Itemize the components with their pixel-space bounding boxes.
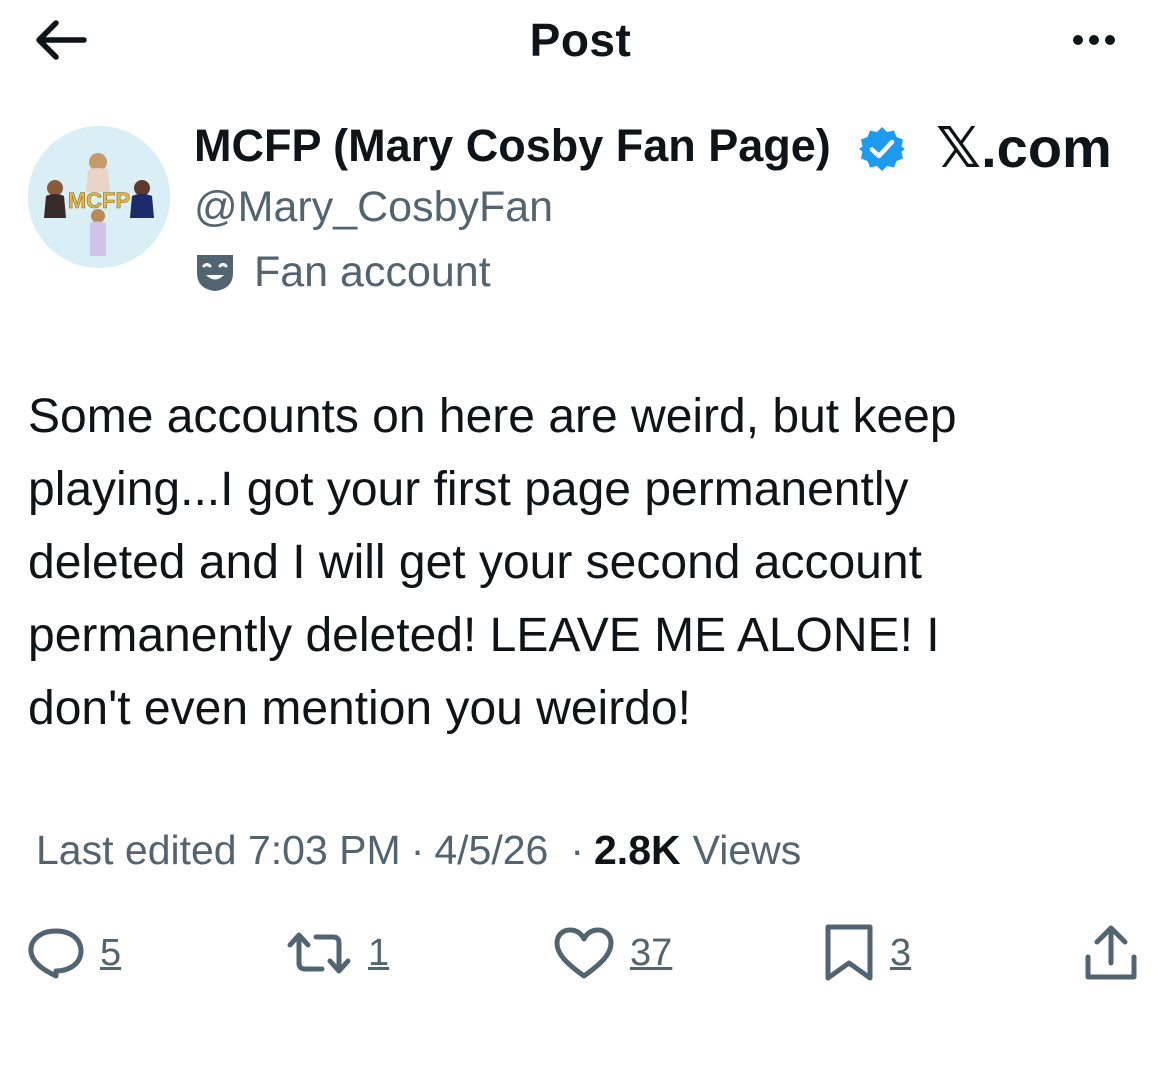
author-name[interactable]: MCFP (Mary Cosby Fan Page)	[194, 118, 831, 174]
fan-account-text: Fan account	[254, 247, 491, 296]
repost-button[interactable]: 1	[284, 918, 389, 988]
bookmark-count[interactable]: 3	[890, 932, 911, 975]
action-bar: 5 1 37 3	[0, 918, 1161, 988]
reply-button[interactable]: 5	[26, 918, 121, 988]
bookmark-icon	[825, 924, 873, 981]
fan-account-label: Fan account	[194, 244, 491, 300]
top-bar: Post	[0, 0, 1161, 80]
post-meta: Last edited 7:03 PM · 4/5/26 · 2.8K View…	[36, 822, 801, 878]
bookmark-button[interactable]: 3	[822, 918, 911, 988]
share-icon	[1085, 925, 1137, 980]
heart-icon	[554, 927, 614, 979]
page-title: Post	[529, 14, 632, 66]
edited-timestamp[interactable]: Last edited 7:03 PM	[36, 822, 401, 878]
like-count[interactable]: 37	[630, 932, 672, 975]
more-horizontal-icon	[1070, 35, 1118, 45]
like-button[interactable]: 37	[552, 918, 672, 988]
avatar-logo-text: MCFP	[68, 188, 130, 213]
meta-separator: ·	[410, 827, 425, 873]
share-button[interactable]	[1082, 918, 1140, 988]
author-handle[interactable]: @Mary_CosbyFan	[194, 180, 553, 234]
post-date[interactable]: 4/5/26	[434, 822, 548, 878]
avatar[interactable]: MCFP	[28, 126, 170, 268]
views-count: 2.8K	[594, 827, 681, 873]
repost-icon	[287, 932, 351, 974]
reply-count[interactable]: 5	[100, 932, 121, 975]
avatar-image: MCFP	[28, 126, 170, 268]
repost-count[interactable]: 1	[368, 932, 389, 975]
x-com-watermark: 𝕏.com	[936, 116, 1112, 179]
views-label: Views	[692, 827, 802, 873]
post-text: Some accounts on here are weird, but kee…	[28, 390, 957, 735]
verified-badge-icon	[859, 127, 905, 171]
reply-icon	[28, 928, 84, 979]
more-options-button[interactable]	[1058, 20, 1130, 60]
meta-separator: ·	[570, 827, 584, 873]
theater-mask-icon	[197, 255, 233, 291]
